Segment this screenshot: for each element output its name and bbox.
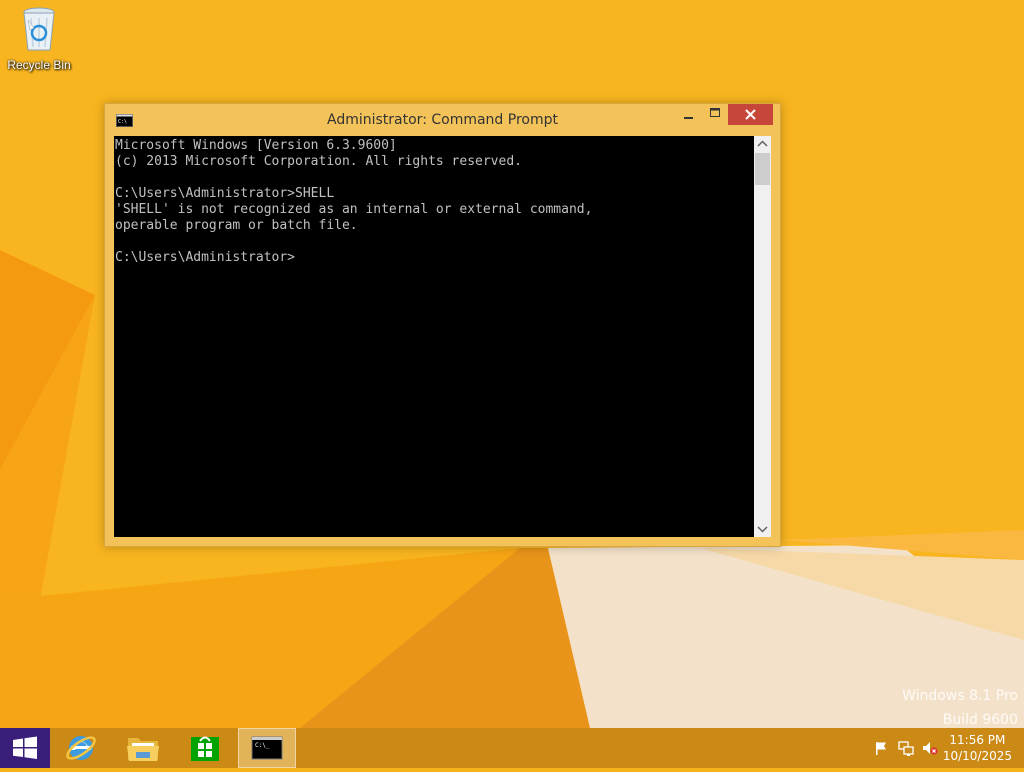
- desktop-icon-label: Recycle Bin: [7, 58, 71, 72]
- minimize-icon: [684, 117, 693, 119]
- vertical-scrollbar[interactable]: [754, 136, 771, 537]
- close-icon: [745, 109, 756, 120]
- taskbar-file-explorer[interactable]: [114, 728, 172, 768]
- chevron-up-icon: [757, 140, 768, 147]
- start-button[interactable]: [0, 728, 50, 768]
- recycle-bin-icon: [23, 7, 55, 51]
- watermark-edition: Windows 8.1 Pro: [902, 688, 1018, 704]
- taskbar-internet-explorer[interactable]: [52, 728, 110, 768]
- close-button[interactable]: [728, 104, 773, 125]
- windows-logo-icon: [13, 736, 37, 759]
- minimize-button[interactable]: [675, 104, 702, 125]
- volume-muted-icon[interactable]: [922, 740, 938, 756]
- clock-time: 11:56 PM: [949, 733, 1006, 747]
- taskbar-store[interactable]: [176, 728, 234, 768]
- console-output[interactable]: Microsoft Windows [Version 6.3.9600] (c)…: [114, 136, 754, 537]
- desktop-icon-recycle-bin[interactable]: Recycle Bin: [4, 6, 74, 72]
- file-explorer-icon: [127, 738, 159, 761]
- internet-explorer-icon: [66, 736, 96, 760]
- chevron-down-icon: [757, 526, 768, 533]
- scroll-down-button[interactable]: [754, 520, 771, 537]
- command-prompt-icon: C:\_: [251, 736, 283, 760]
- flag-icon[interactable]: [873, 740, 889, 756]
- maximize-icon: [710, 108, 720, 117]
- taskbar: C:\_ 11:56 PM 10/10/2025: [0, 728, 1024, 768]
- taskbar-command-prompt[interactable]: C:\_: [238, 728, 296, 768]
- scroll-up-button[interactable]: [754, 136, 771, 153]
- system-clock[interactable]: 11:56 PM 10/10/2025: [943, 732, 1012, 764]
- maximize-button[interactable]: [702, 104, 729, 125]
- window-titlebar[interactable]: C:\ Administrator: Command Prompt: [105, 104, 780, 135]
- windows-watermark: Windows 8.1 Pro Build 9600: [902, 684, 1018, 732]
- network-icon[interactable]: [898, 740, 914, 756]
- clock-date: 10/10/2025: [942, 749, 1012, 763]
- store-icon: [191, 736, 219, 761]
- scroll-thumb[interactable]: [755, 153, 770, 185]
- command-prompt-window[interactable]: C:\ Administrator: Command Prompt Micros…: [104, 103, 781, 547]
- svg-text:C:\_: C:\_: [255, 742, 270, 749]
- console-text: Microsoft Windows [Version 6.3.9600] (c)…: [115, 138, 593, 265]
